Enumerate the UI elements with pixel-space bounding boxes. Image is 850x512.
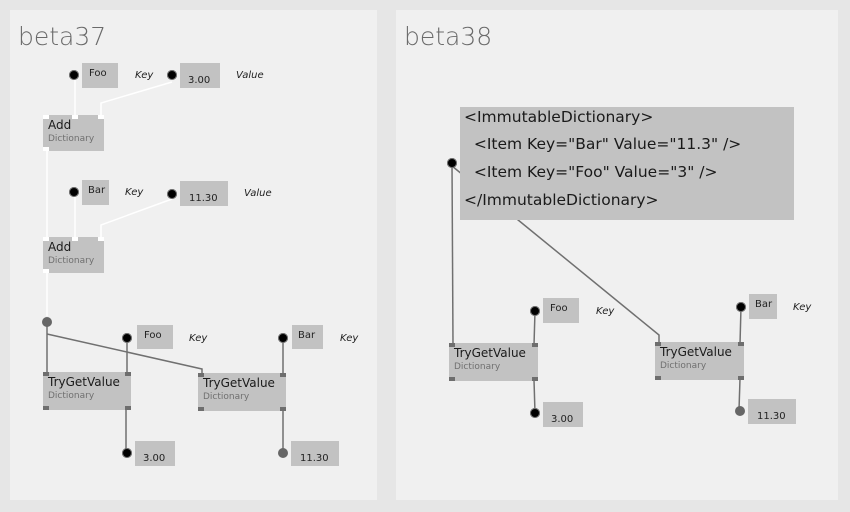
output-pin-icon[interactable] xyxy=(122,333,132,343)
wire-val2-add2[interactable] xyxy=(100,198,173,238)
input-label: Value xyxy=(244,188,272,199)
node-name: Add xyxy=(48,240,72,254)
wire-key2-tgv2-b38[interactable] xyxy=(739,306,742,345)
output-pin-icon[interactable] xyxy=(736,302,746,312)
value-input-box[interactable]: 3.00 xyxy=(180,63,220,88)
input-value: Foo xyxy=(144,330,162,341)
input-value: Bar xyxy=(755,299,773,310)
input-label: Key xyxy=(135,70,154,81)
output-pin-icon[interactable] xyxy=(447,158,457,168)
output-pin-icon[interactable] xyxy=(69,187,79,197)
input-value: 3.00 xyxy=(188,75,211,86)
input-value: Bar xyxy=(88,185,106,196)
output-value-box: 11.30 xyxy=(748,399,796,424)
input-label: Key xyxy=(596,306,615,317)
node-category: Dictionary xyxy=(660,361,707,371)
output-value-box: 3.00 xyxy=(135,441,175,466)
output-pin-icon[interactable] xyxy=(278,333,288,343)
trygetvalue-node[interactable]: TryGetValue Dictionary xyxy=(449,343,538,381)
node-name: TryGetValue xyxy=(48,375,120,389)
output-pin-icon[interactable] xyxy=(167,189,177,199)
output-pin-icon[interactable] xyxy=(122,448,132,458)
xml-line: <Item Key="Foo" Value="3" /> xyxy=(464,163,718,181)
input-value: Bar xyxy=(298,330,316,341)
add-node[interactable]: Add Dictionary xyxy=(43,115,104,151)
output-pin-icon[interactable] xyxy=(530,408,540,418)
node-name: TryGetValue xyxy=(660,345,732,359)
input-label: Value xyxy=(236,70,264,81)
key-input-box[interactable]: Foo xyxy=(543,298,579,323)
trygetvalue-node[interactable]: TryGetValue Dictionary xyxy=(655,342,744,380)
input-value: Foo xyxy=(550,303,568,314)
wire-dict-tgv1-b38[interactable] xyxy=(451,162,454,346)
node-category: Dictionary xyxy=(48,391,95,401)
node-name: Add xyxy=(48,118,72,132)
output-pin-icon[interactable] xyxy=(69,70,79,80)
output-value: 11.30 xyxy=(300,453,329,464)
key-input-box[interactable]: Foo xyxy=(82,63,118,88)
key-input-box[interactable]: Bar xyxy=(292,325,323,349)
trygetvalue-node[interactable]: TryGetValue Dictionary xyxy=(43,372,131,410)
dictionary-tooltip: <ImmutableDictionary> <Item Key="Bar" Va… xyxy=(460,107,794,220)
input-label: Key xyxy=(340,333,359,344)
output-pin-icon[interactable] xyxy=(530,306,540,316)
output-value: 3.00 xyxy=(143,453,166,464)
output-pin-icon[interactable] xyxy=(278,448,288,458)
value-input-box[interactable]: 11.30 xyxy=(180,181,228,206)
node-category: Dictionary xyxy=(48,256,95,266)
wires-layer xyxy=(46,76,742,452)
output-value-box: 11.30 xyxy=(291,441,339,466)
xml-line: <ImmutableDictionary> xyxy=(464,108,654,126)
input-value: 11.30 xyxy=(189,193,218,204)
node-category: Dictionary xyxy=(48,134,95,144)
wire-key1-tgv1-b38[interactable] xyxy=(533,310,536,346)
output-pin-icon[interactable] xyxy=(167,70,177,80)
node-category: Dictionary xyxy=(203,392,250,402)
key-input-box[interactable]: Bar xyxy=(82,180,109,205)
input-label: Key xyxy=(125,187,144,198)
input-label: Key xyxy=(189,333,208,344)
output-pin-icon[interactable] xyxy=(735,406,745,416)
node-category: Dictionary xyxy=(454,362,501,372)
output-value: 3.00 xyxy=(551,414,574,425)
add-node[interactable]: Add Dictionary xyxy=(43,237,104,273)
key-input-box[interactable]: Foo xyxy=(137,325,173,349)
input-label: Key xyxy=(793,302,812,313)
node-name: TryGetValue xyxy=(203,376,275,390)
output-value-box: 3.00 xyxy=(543,402,583,427)
output-pin-icon[interactable] xyxy=(42,317,52,327)
node-name: TryGetValue xyxy=(454,346,526,360)
xml-line: <Item Key="Bar" Value="11.3" /> xyxy=(464,135,742,153)
key-input-box[interactable]: Bar xyxy=(749,294,777,319)
input-value: Foo xyxy=(89,68,107,79)
trygetvalue-node[interactable]: TryGetValue Dictionary xyxy=(198,373,286,411)
xml-line: </ImmutableDictionary> xyxy=(464,191,659,209)
output-value: 11.30 xyxy=(757,411,786,422)
